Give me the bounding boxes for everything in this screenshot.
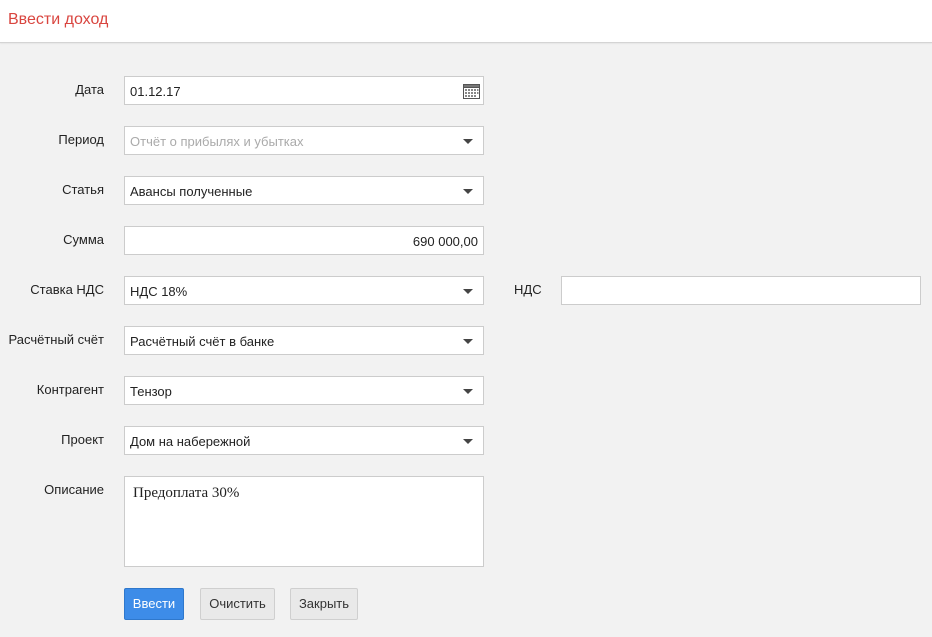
period-select[interactable]: Отчёт о прибылях и убытках bbox=[124, 126, 484, 155]
close-button[interactable]: Закрыть bbox=[290, 588, 358, 620]
vat-rate-value: НДС 18% bbox=[130, 284, 188, 299]
vat-input[interactable] bbox=[561, 276, 921, 305]
description-textarea[interactable]: Предоплата 30% bbox=[124, 476, 484, 567]
page-title: Ввести доход bbox=[8, 11, 109, 28]
chevron-down-icon[interactable] bbox=[463, 139, 473, 144]
article-label: Статья bbox=[62, 182, 104, 197]
account-select[interactable]: Расчётный счёт в банке bbox=[124, 326, 484, 355]
vat-label: НДС bbox=[514, 282, 542, 297]
amount-value: 690 000,00 bbox=[412, 234, 478, 249]
submit-button[interactable]: Ввести bbox=[124, 588, 184, 620]
description-value: Предоплата 30% bbox=[133, 485, 240, 501]
counterparty-label: Контрагент bbox=[36, 382, 104, 397]
date-label: Дата bbox=[75, 82, 104, 97]
chevron-down-icon[interactable] bbox=[463, 389, 473, 394]
description-label: Описание bbox=[44, 482, 104, 497]
vat-rate-select[interactable]: НДС 18% bbox=[124, 276, 484, 305]
article-value: Авансы полученные bbox=[130, 184, 253, 199]
account-label: Расчётный счёт bbox=[8, 332, 105, 347]
chevron-down-icon[interactable] bbox=[463, 189, 473, 194]
article-select[interactable]: Авансы полученные bbox=[124, 176, 484, 205]
chevron-down-icon[interactable] bbox=[463, 339, 473, 344]
clear-button[interactable]: Очистить bbox=[200, 588, 275, 620]
vat-rate-label: Ставка НДС bbox=[30, 282, 104, 297]
date-field[interactable]: 01.12.17 bbox=[124, 76, 484, 105]
date-value: 01.12.17 bbox=[130, 84, 181, 99]
project-select[interactable]: Дом на набережной bbox=[124, 426, 484, 455]
account-value: Расчётный счёт в банке bbox=[130, 334, 275, 349]
amount-label: Сумма bbox=[63, 232, 104, 247]
period-placeholder: Отчёт о прибылях и убытках bbox=[130, 134, 304, 149]
project-value: Дом на набережной bbox=[130, 434, 251, 449]
counterparty-select[interactable]: Тензор bbox=[124, 376, 484, 405]
counterparty-value: Тензор bbox=[130, 384, 172, 399]
header: Ввести доход bbox=[0, 0, 932, 43]
chevron-down-icon[interactable] bbox=[463, 439, 473, 444]
chevron-down-icon[interactable] bbox=[463, 289, 473, 294]
project-label: Проект bbox=[61, 432, 104, 447]
period-label: Период bbox=[58, 132, 104, 147]
amount-input[interactable]: 690 000,00 bbox=[124, 226, 484, 255]
calendar-icon[interactable] bbox=[463, 83, 480, 99]
